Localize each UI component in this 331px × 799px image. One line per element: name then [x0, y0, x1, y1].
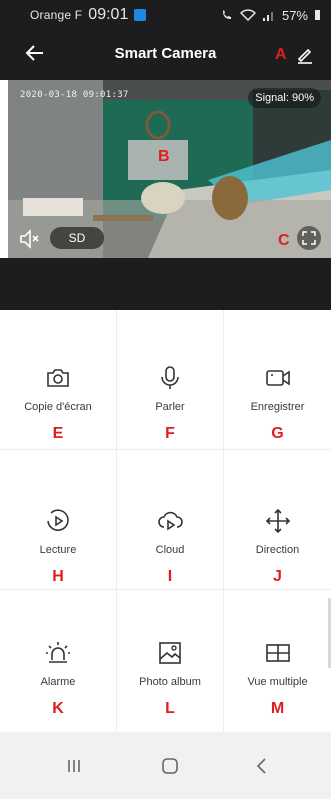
- recent-apps-icon[interactable]: [62, 754, 86, 778]
- phone-wifi-icon: [222, 10, 231, 19]
- annotation-f: F: [165, 425, 175, 442]
- annotation-h: H: [52, 568, 64, 585]
- control-label: Vue multiple: [247, 676, 308, 688]
- direction-button[interactable]: Direction J: [224, 450, 331, 590]
- battery-icon: [315, 10, 320, 20]
- control-label: Alarme: [40, 676, 76, 688]
- video-camera-icon: [265, 370, 290, 386]
- edit-pencil-icon[interactable]: [295, 44, 315, 64]
- control-label: Cloud: [155, 544, 185, 556]
- annotation-g: G: [271, 425, 284, 442]
- microphone-icon: [161, 366, 179, 389]
- annotation-a: A: [275, 46, 287, 63]
- annotation-e: E: [52, 425, 64, 442]
- cloud-play-icon: [158, 511, 183, 531]
- annotation-j: J: [273, 568, 282, 585]
- back-icon[interactable]: [250, 754, 274, 778]
- photo-album-icon: [159, 642, 181, 664]
- app-notification-icon: [134, 9, 147, 21]
- cloud-button[interactable]: Cloud I: [117, 450, 224, 590]
- camera-icon: [47, 369, 69, 387]
- control-label: Enregistrer: [250, 401, 305, 413]
- annotation-l: L: [165, 700, 175, 717]
- app-header: Smart Camera A: [0, 30, 331, 80]
- alarm-button[interactable]: Alarme K: [0, 590, 117, 732]
- annotation-c: C: [278, 232, 290, 249]
- speaker-mute-icon[interactable]: [18, 228, 42, 250]
- control-label: Photo album: [139, 676, 201, 688]
- control-grid: Copie d'écran E Parler F Enregistrer G L…: [0, 310, 331, 732]
- video-bottom-strip: [0, 258, 331, 310]
- control-label: Lecture: [39, 544, 77, 556]
- multi-view-button[interactable]: Vue multiple M: [224, 590, 331, 732]
- home-icon[interactable]: [158, 754, 182, 778]
- annotation-i: I: [167, 568, 173, 585]
- fullscreen-icon[interactable]: [297, 226, 321, 250]
- playback-button[interactable]: Lecture H: [0, 450, 117, 590]
- screenshot-button[interactable]: Copie d'écran E: [0, 310, 117, 450]
- playback-icon: [47, 509, 69, 531]
- status-time: 09:01: [88, 6, 129, 23]
- annotation-m: M: [270, 700, 285, 717]
- system-nav-bar: [0, 732, 331, 799]
- carrier-name: Orange F: [30, 8, 83, 22]
- annotation-b: B: [158, 148, 170, 165]
- wifi-icon: [239, 9, 256, 21]
- video-timestamp: 2020-03-18 09:01:37: [20, 90, 129, 100]
- direction-arrows-icon: [265, 508, 290, 534]
- record-button[interactable]: Enregistrer G: [224, 310, 331, 450]
- signal-icon: [262, 12, 273, 21]
- sd-quality-button[interactable]: SD: [50, 227, 104, 249]
- battery-percent: 57%: [281, 7, 308, 23]
- control-label: Parler: [155, 401, 185, 413]
- alarm-light-icon: [46, 642, 70, 663]
- status-bar: Orange F 09:01 57%: [0, 0, 331, 30]
- signal-badge: Signal: 90%: [248, 88, 321, 108]
- live-video-feed[interactable]: 2020-03-18 09:01:37 Signal: 90% B SD C: [8, 80, 331, 258]
- talk-button[interactable]: Parler F: [117, 310, 224, 450]
- multi-view-icon: [265, 644, 290, 662]
- photo-album-button[interactable]: Photo album L: [117, 590, 224, 732]
- annotation-k: K: [52, 700, 64, 717]
- control-label: Direction: [255, 544, 300, 556]
- control-label: Copie d'écran: [24, 401, 92, 413]
